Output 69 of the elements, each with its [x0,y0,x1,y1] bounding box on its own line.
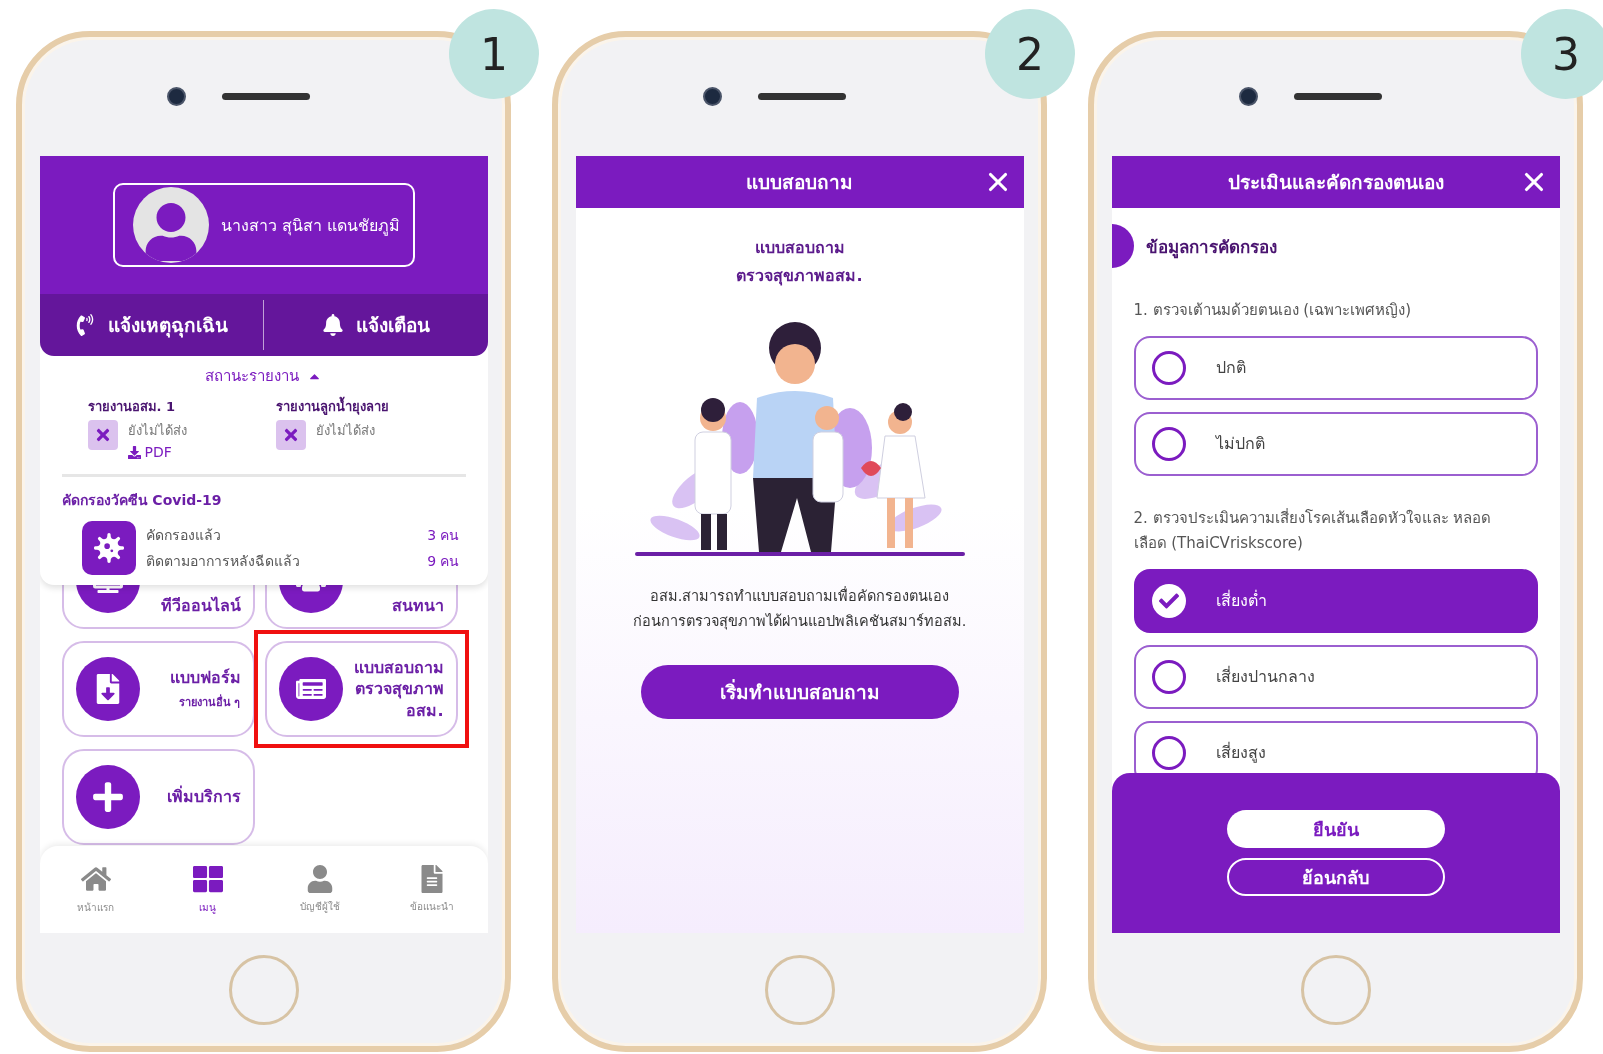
plus-icon [90,780,125,814]
service-card[interactable]: สนทนา [264,585,458,629]
covid-count: 3 คน [427,526,460,545]
nav-item[interactable]: เมนู [151,846,264,933]
question-text: 2. ตรวจประเมินความเสี่ยงโรคเส้นเลือดหัวใจและ หลอด เลือด (ThaiCVriskscore) [1133,507,1493,554]
modal-title: แบบสอบถาม [745,170,854,195]
answer-option[interactable]: เสี่ยงปานกลาง [1133,644,1538,709]
section-marker [1111,224,1134,268]
answer-option[interactable]: ปกติ [1133,335,1538,400]
covid-title: คัดกรองวัคซีน Covid-19 [60,491,223,510]
camera-icon [1238,87,1258,106]
start-button[interactable]: เริ่มทำแบบสอบถาม [640,664,959,719]
answer-option[interactable]: เสี่ยงสูง [1133,720,1538,773]
radio-icon [1151,659,1186,694]
service-card[interactable]: ทีวีออนไลน์ [61,585,255,629]
virus-icon [81,521,136,575]
answer-option[interactable]: ไม่ปกติ [1133,411,1538,476]
profile-card[interactable]: นางสาว สุนิสา แดนชัยภูมิ [112,183,415,267]
confirm-button[interactable]: ยืนยัน [1226,810,1445,848]
action-button[interactable]: แจ้งเตือน [263,300,488,350]
action-button[interactable]: แจ้งเหตุฉุกเฉิน [39,294,263,356]
radio-icon [1151,350,1186,385]
cross-icon [275,420,306,450]
nav-item[interactable]: ข้อแนะนำ [375,846,488,933]
questionnaire-description: อสม.สามารถทำแบบสอบถามเพื่อคัดกรองตนเอง ก่อนการตรวจสุขภาพได้ผ่านแอปพลิเคชันสมาร์ทอสม. [631,585,968,632]
home-icon [80,864,111,894]
pdf-download-link[interactable]: PDF [127,444,187,460]
service-label: สนทนา [391,595,444,617]
questionnaire-heading: แบบสอบถาม ตรวจสุขภาพอสม. [735,237,864,288]
section-title: ข้อมูลการคัดกรอง [1145,235,1277,260]
nav-item[interactable]: หน้าแรก [39,846,152,933]
nav-item[interactable]: บัญชีผู้ใช้ [263,846,376,933]
report-status: ยังไม่ได้ส่ง [315,422,375,440]
check-icon [1151,583,1186,618]
question-text: 1. ตรวจเต้านมด้วยตนเอง (เฉพาะเพศหญิง) [1133,300,1413,321]
modal-title: ประเมินและคัดกรองตนเอง [1226,170,1445,195]
service-label: เพิ่มบริการ [166,786,241,808]
bell-icon [321,314,344,336]
speaker-icon [1293,93,1382,100]
step-number: 3 [1521,9,1603,99]
covid-label: คัดกรองแล้ว [145,526,222,545]
step-number: 1 [449,9,539,99]
report-title: รายงานลูกน้ำยุงลาย [275,396,389,417]
service-card[interactable]: แบบฟอร์ม รายงานอื่น ๆ [61,641,255,737]
radio-icon [1151,735,1186,770]
service-label: แบบฟอร์ม [169,667,241,689]
user-icon [305,865,334,893]
grid-icon [192,864,223,894]
download-icon [127,445,141,459]
covid-count: 9 คน [427,552,460,571]
cross-icon [87,420,118,450]
profile-name: นางสาว สุนิสา แดนชัยภูมิ [220,214,400,238]
covid-label: ติดตามอาการหลังฉีดแล้ว [145,552,301,571]
service-label: ทีวีออนไลน์ [160,595,241,617]
service-card[interactable]: เพิ่มบริการ [61,749,255,845]
camera-icon [702,87,722,106]
radio-icon [1151,426,1186,461]
status-toggle[interactable]: สถานะรายงาน [201,360,326,392]
speaker-icon [757,93,846,100]
service-sublabel: รายงานอื่น ๆ [178,693,241,711]
speaker-icon [221,93,310,100]
report-title: รายงานอสม. 1 [87,398,175,416]
service-card[interactable]: แบบสอบถาม ตรวจสุขภาพ อสม. [264,641,458,737]
back-button[interactable]: ย้อนกลับ [1226,858,1445,896]
camera-icon [166,87,186,106]
answer-option[interactable]: เสี่ยงต่ำ [1133,568,1538,633]
step-number: 2 [985,9,1075,99]
service-label: แบบสอบถาม ตรวจสุขภาพ อสม. [353,656,444,722]
report-status: ยังไม่ได้ส่ง [127,422,187,440]
